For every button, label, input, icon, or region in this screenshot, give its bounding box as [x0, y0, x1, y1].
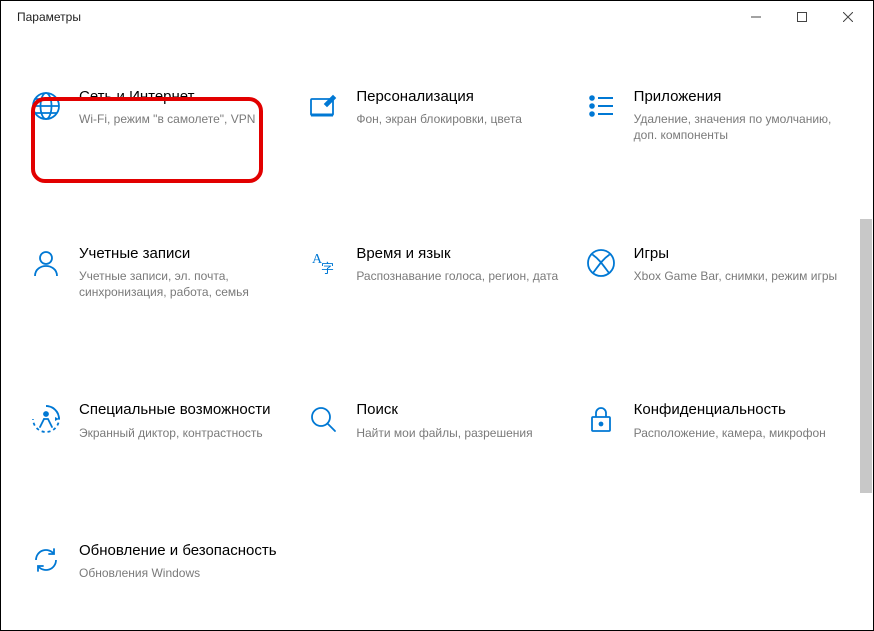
- category-text: Сеть и Интернет Wi-Fi, режим "в самолете…: [79, 87, 290, 127]
- close-button[interactable]: [825, 1, 871, 33]
- category-desc: Фон, экран блокировки, цвета: [356, 111, 567, 127]
- category-title: Игры: [634, 244, 845, 264]
- category-text: Игры Xbox Game Bar, снимки, режим игры: [634, 244, 845, 284]
- category-accessibility[interactable]: Специальные возможности Экранный диктор,…: [25, 394, 294, 446]
- category-title: Конфиденциальность: [634, 400, 845, 420]
- category-title: Обновление и безопасность: [79, 541, 290, 561]
- category-network[interactable]: Сеть и Интернет Wi-Fi, режим "в самолете…: [25, 81, 294, 150]
- svg-text:字: 字: [321, 261, 334, 276]
- category-title: Сеть и Интернет: [79, 87, 290, 107]
- category-accounts[interactable]: Учетные записи Учетные записи, эл. почта…: [25, 238, 294, 307]
- xbox-icon: [584, 246, 618, 280]
- category-title: Время и язык: [356, 244, 567, 264]
- window-controls: [733, 1, 871, 33]
- category-title: Персонализация: [356, 87, 567, 107]
- category-title: Поиск: [356, 400, 567, 420]
- category-text: Специальные возможности Экранный диктор,…: [79, 400, 290, 440]
- category-desc: Wi-Fi, режим "в самолете", VPN: [79, 111, 290, 127]
- category-text: Конфиденциальность Расположение, камера,…: [634, 400, 845, 440]
- category-title: Учетные записи: [79, 244, 290, 264]
- category-desc: Распознавание голоса, регион, дата: [356, 268, 567, 284]
- person-icon: [29, 246, 63, 280]
- lock-icon: [584, 402, 618, 436]
- category-time-language[interactable]: A 字 Время и язык Распознавание голоса, р…: [302, 238, 571, 307]
- category-personalization[interactable]: Персонализация Фон, экран блокировки, цв…: [302, 81, 571, 150]
- category-text: Время и язык Распознавание голоса, регио…: [356, 244, 567, 284]
- language-icon: A 字: [306, 246, 340, 280]
- category-desc: Учетные записи, эл. почта, синхронизация…: [79, 268, 290, 300]
- category-update[interactable]: Обновление и безопасность Обновления Win…: [25, 535, 294, 587]
- sync-icon: [29, 543, 63, 577]
- category-apps[interactable]: Приложения Удаление, значения по умолчан…: [580, 81, 849, 150]
- window-title: Параметры: [3, 10, 733, 24]
- category-text: Приложения Удаление, значения по умолчан…: [634, 87, 845, 144]
- category-desc: Расположение, камера, микрофон: [634, 425, 845, 441]
- maximize-button[interactable]: [779, 1, 825, 33]
- category-text: Персонализация Фон, экран блокировки, цв…: [356, 87, 567, 127]
- category-title: Специальные возможности: [79, 400, 290, 420]
- minimize-button[interactable]: [733, 1, 779, 33]
- apps-list-icon: [584, 89, 618, 123]
- category-search[interactable]: Поиск Найти мои файлы, разрешения: [302, 394, 571, 446]
- category-desc: Xbox Game Bar, снимки, режим игры: [634, 268, 845, 284]
- category-desc: Экранный диктор, контрастность: [79, 425, 290, 441]
- accessibility-icon: [29, 402, 63, 436]
- category-privacy[interactable]: Конфиденциальность Расположение, камера,…: [580, 394, 849, 446]
- scrollbar-thumb[interactable]: [860, 219, 872, 493]
- content-area: Сеть и Интернет Wi-Fi, режим "в самолете…: [1, 33, 873, 630]
- category-desc: Найти мои файлы, разрешения: [356, 425, 567, 441]
- titlebar: Параметры: [1, 1, 873, 33]
- category-text: Обновление и безопасность Обновления Win…: [79, 541, 290, 581]
- settings-grid: Сеть и Интернет Wi-Fi, режим "в самолете…: [25, 81, 849, 587]
- category-text: Поиск Найти мои файлы, разрешения: [356, 400, 567, 440]
- category-title: Приложения: [634, 87, 845, 107]
- category-text: Учетные записи Учетные записи, эл. почта…: [79, 244, 290, 301]
- category-desc: Удаление, значения по умолчанию, доп. ко…: [634, 111, 845, 143]
- paintbrush-icon: [306, 89, 340, 123]
- category-gaming[interactable]: Игры Xbox Game Bar, снимки, режим игры: [580, 238, 849, 307]
- search-icon: [306, 402, 340, 436]
- globe-icon: [29, 89, 63, 123]
- category-desc: Обновления Windows: [79, 565, 290, 581]
